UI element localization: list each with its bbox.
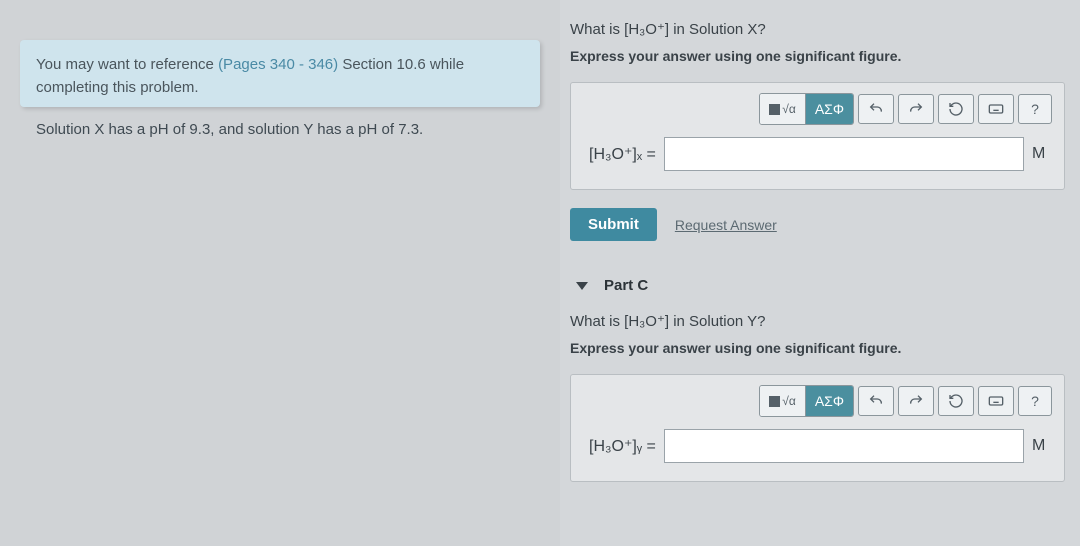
part-c-section: What is [H₃O⁺] in Solution Y? Express yo… <box>570 312 1065 482</box>
reset-button[interactable] <box>938 94 974 124</box>
instruction-b: Express your answer using one significan… <box>570 48 1065 64</box>
redo-button-c[interactable] <box>898 386 934 416</box>
part-c-label: Part C <box>604 277 648 294</box>
answer-input-c[interactable] <box>664 429 1024 463</box>
keyboard-button-c[interactable] <box>978 386 1014 416</box>
part-c-header[interactable]: Part C <box>570 269 1065 312</box>
pages-link[interactable]: (Pages 340 - 346) <box>218 56 338 73</box>
answer-input-b[interactable] <box>664 137 1024 171</box>
keyboard-icon <box>988 101 1004 117</box>
undo-icon <box>868 393 884 409</box>
part-b-section: What is [H₃O⁺] in Solution X? Express yo… <box>570 20 1065 241</box>
unit-b: M <box>1032 145 1052 163</box>
toolbar-b: √α ΑΣΦ ? <box>571 83 1064 137</box>
special-chars-button-c[interactable]: ΑΣΦ <box>806 386 853 416</box>
special-chars-button[interactable]: ΑΣΦ <box>806 94 853 124</box>
toolbar-c: √α ΑΣΦ ? <box>571 375 1064 429</box>
undo-button[interactable] <box>858 94 894 124</box>
lhs-c: [H₃O⁺]ᵧ = <box>589 436 656 456</box>
problem-statement: Solution X has a pH of 9.3, and solution… <box>20 111 540 150</box>
hint-text-prefix: You may want to reference <box>36 56 218 73</box>
redo-icon <box>908 101 924 117</box>
question-c: What is [H₃O⁺] in Solution Y? <box>570 312 1065 330</box>
keyboard-button[interactable] <box>978 94 1014 124</box>
question-b: What is [H₃O⁺] in Solution X? <box>570 20 1065 38</box>
undo-icon <box>868 101 884 117</box>
redo-icon <box>908 393 924 409</box>
chevron-down-icon <box>576 282 588 290</box>
reset-button-c[interactable] <box>938 386 974 416</box>
answer-panel-c: √α ΑΣΦ ? <box>570 374 1065 482</box>
reset-icon <box>948 101 964 117</box>
help-button-c[interactable]: ? <box>1018 386 1052 416</box>
answer-panel-b: √α ΑΣΦ ? <box>570 82 1065 190</box>
request-answer-link[interactable]: Request Answer <box>675 217 777 233</box>
templates-button-c[interactable]: √α <box>760 386 806 416</box>
templates-button[interactable]: √α <box>760 94 806 124</box>
instruction-c: Express your answer using one significan… <box>570 340 1065 356</box>
submit-button[interactable]: Submit <box>570 208 657 241</box>
undo-button-c[interactable] <box>858 386 894 416</box>
redo-button[interactable] <box>898 94 934 124</box>
keyboard-icon <box>988 393 1004 409</box>
unit-c: M <box>1032 437 1052 455</box>
reset-icon <box>948 393 964 409</box>
reference-hint: You may want to reference (Pages 340 - 3… <box>20 40 540 107</box>
lhs-b: [H₃O⁺]ₓ = <box>589 144 656 164</box>
help-button[interactable]: ? <box>1018 94 1052 124</box>
